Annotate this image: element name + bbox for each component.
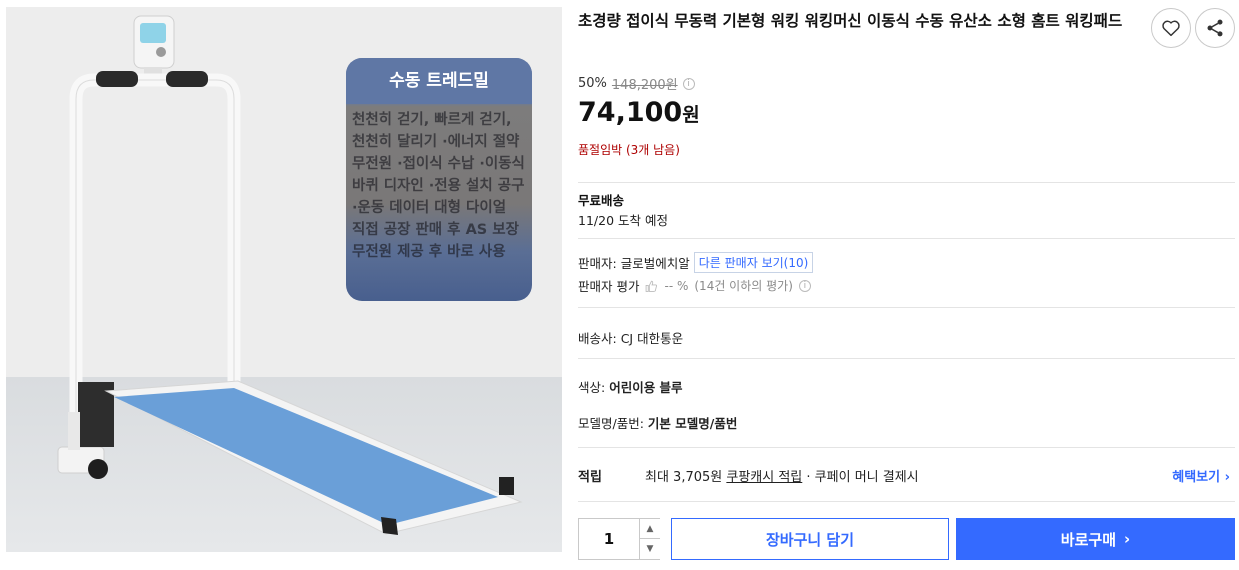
- reward-label: 적립: [578, 470, 602, 485]
- divider: [578, 182, 1235, 183]
- rating-note: (14건 이하의 평가): [694, 279, 793, 293]
- discount-row: 50% 148,200원 i: [578, 74, 695, 93]
- seller-rating-row: 판매자 평가 -- % (14건 이하의 평가) i: [578, 276, 811, 295]
- other-sellers-button[interactable]: 다른 판매자 보기(10): [693, 252, 814, 273]
- product-info-panel: 초경량 접이식 무동력 기본형 워킹 워킹머신 이동식 수동 유산소 소형 홈트…: [578, 0, 1238, 570]
- quantity-up-button[interactable]: ▲: [639, 519, 660, 539]
- benefits-link[interactable]: 혜택보기 ›: [1172, 466, 1230, 485]
- thumbs-up-icon: [646, 280, 658, 292]
- model-option-row: 모델명/품번: 기본 모델명/품번: [578, 413, 737, 432]
- original-price: 148,200원: [611, 78, 678, 93]
- discount-rate: 50%: [578, 76, 607, 91]
- courier-label: 배송사:: [578, 331, 617, 346]
- badge-title: 수동 트레드밀: [346, 58, 532, 104]
- quantity-down-button[interactable]: ▼: [639, 539, 660, 559]
- product-image[interactable]: 수동 트레드밀 천천히 걷기, 빠르게 걷기, 천천히 달리기 ·에너지 절약 …: [6, 7, 562, 552]
- sale-amount: 74,100: [578, 97, 683, 128]
- heart-icon: [1162, 20, 1180, 37]
- stock-warning: 품절임박 (3개 남음): [578, 143, 680, 157]
- divider: [578, 238, 1235, 239]
- divider: [578, 307, 1235, 308]
- seller-row: 판매자: 글로벌에치알 다른 판매자 보기(10): [578, 252, 814, 273]
- divider: [578, 358, 1235, 359]
- courier-row: 배송사: CJ 대한통운: [578, 328, 683, 347]
- feature-badge: 수동 트레드밀 천천히 걷기, 빠르게 걷기, 천천히 달리기 ·에너지 절약 …: [346, 58, 532, 301]
- quantity-input[interactable]: [579, 519, 639, 559]
- add-to-cart-button[interactable]: 장바구니 담기: [671, 518, 949, 560]
- share-button[interactable]: [1195, 8, 1235, 48]
- chevron-right-icon: ›: [1124, 530, 1131, 548]
- divider: [578, 501, 1235, 502]
- info-icon[interactable]: i: [682, 77, 695, 90]
- quantity-stepper: ▲ ▼: [578, 518, 660, 560]
- color-label: 색상:: [578, 380, 606, 395]
- share-icon: [1207, 19, 1223, 37]
- wishlist-button[interactable]: [1151, 8, 1191, 48]
- rating-score: -- %: [664, 278, 689, 293]
- buy-now-label: 바로구매: [1060, 530, 1116, 549]
- info-icon[interactable]: i: [798, 279, 811, 292]
- sale-unit: 원: [682, 104, 700, 126]
- reward-suffix: · 쿠페이 머니 결제시: [806, 470, 919, 485]
- badge-body: 천천히 걷기, 빠르게 걷기, 천천히 달리기 ·에너지 절약 무전원 ·접이식…: [352, 112, 530, 260]
- rating-label: 판매자 평가: [578, 279, 640, 294]
- model-value: 기본 모델명/품번: [647, 416, 738, 431]
- sale-price: 74,100원: [578, 97, 700, 128]
- reward-prefix: 최대 3,705원: [645, 470, 723, 485]
- model-label: 모델명/품번:: [578, 416, 644, 431]
- arrival-date: 11/20 도착 예정: [578, 213, 668, 228]
- color-value: 어린이용 블루: [609, 380, 683, 395]
- courier-value: CJ 대한통운: [620, 331, 684, 346]
- product-title: 초경량 접이식 무동력 기본형 워킹 워킹머신 이동식 수동 유산소 소형 홈트…: [578, 12, 1123, 30]
- reward-text: 최대 3,705원 쿠팡캐시 적립 · 쿠페이 머니 결제시: [645, 466, 919, 485]
- shipping-label: 무료배송: [578, 193, 625, 208]
- seller-label: 판매자:: [578, 256, 617, 271]
- divider: [578, 447, 1235, 448]
- seller-name[interactable]: 글로벌에치알: [621, 253, 690, 272]
- buy-now-button[interactable]: 바로구매 ›: [956, 518, 1235, 560]
- coupang-cash-link[interactable]: 쿠팡캐시 적립: [726, 470, 802, 485]
- color-option-row: 색상: 어린이용 블루: [578, 377, 683, 396]
